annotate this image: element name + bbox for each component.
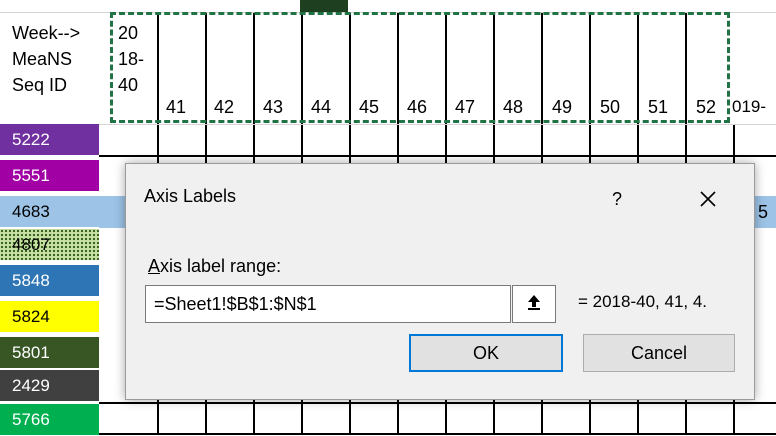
week-header-cell[interactable]: 42: [214, 94, 234, 120]
grid-line: [349, 12, 351, 124]
week-header-cell[interactable]: 48: [503, 94, 523, 120]
header-week-label: Week-->: [12, 23, 81, 43]
week-header-cell[interactable]: 44: [311, 94, 331, 120]
axis-label-range-label: Axis label range:: [148, 256, 281, 277]
range-preview-text: = 2018-40, 41, 4.: [578, 292, 708, 311]
grid-line: [685, 12, 687, 124]
grid-line: [205, 12, 207, 124]
axis-label-range-input[interactable]: [145, 285, 511, 323]
grid-line: [0, 12, 776, 13]
first-col-header-line2: 18-: [118, 49, 145, 69]
grid-line: [253, 12, 255, 124]
grid-line: [0, 124, 776, 125]
partial-cell-value: 5: [758, 202, 769, 222]
week-header-cell[interactable]: 50: [600, 94, 620, 120]
seq-id-cell[interactable]: 2429: [0, 370, 99, 402]
overflow-header-cell[interactable]: 019-: [732, 94, 766, 120]
first-col-header-line1: 20: [118, 23, 139, 43]
seq-id-cell[interactable]: 5848: [0, 265, 99, 297]
seq-id-cell[interactable]: 5222: [0, 124, 99, 156]
week-header-cell[interactable]: 52: [696, 94, 716, 120]
upload-arrow-icon: [526, 293, 542, 316]
week-header-cell[interactable]: 49: [552, 94, 572, 120]
cancel-button[interactable]: Cancel: [583, 334, 735, 372]
grid-line: [637, 12, 639, 124]
week-header-cell[interactable]: 43: [263, 94, 283, 120]
grid-line: [301, 12, 303, 124]
week-header-cell[interactable]: 51: [648, 94, 668, 120]
close-button[interactable]: [690, 184, 726, 214]
ok-button[interactable]: OK: [409, 334, 563, 372]
seq-id-cell[interactable]: 5551: [0, 160, 99, 192]
grid-line: [541, 12, 543, 124]
week-header-cell[interactable]: 47: [455, 94, 475, 120]
close-icon: [699, 190, 717, 207]
header-seqid-label: Seq ID: [12, 75, 68, 95]
column-header-highlight: [300, 0, 348, 12]
seq-id-cell[interactable]: 5824: [0, 301, 99, 333]
grid-line: [397, 12, 399, 124]
week-header-cell[interactable]: 45: [359, 94, 379, 120]
dialog-title: Axis Labels: [144, 186, 237, 206]
grid-line: [445, 12, 447, 124]
grid-line: [99, 402, 776, 404]
seq-id-cell[interactable]: 5766: [0, 404, 99, 436]
seq-id-cell[interactable]: 5801: [0, 337, 99, 369]
header-means-label: MeaNS: [12, 49, 73, 69]
week-header-cell[interactable]: 46: [407, 94, 427, 120]
grid-line: [99, 155, 776, 157]
collapse-dialog-button[interactable]: [512, 285, 556, 323]
grid-line: [493, 12, 495, 124]
seq-id-cell[interactable]: 4683: [0, 196, 99, 228]
first-col-header-line3: 40: [118, 75, 139, 95]
field-label-text: xis label range:: [160, 256, 282, 276]
access-key-letter: A: [148, 256, 161, 276]
seq-id-cell[interactable]: 4807: [0, 229, 99, 261]
grid-line: [589, 12, 591, 124]
grid-line: [157, 12, 159, 124]
week-header-cell[interactable]: 41: [166, 94, 186, 120]
help-button[interactable]: ?: [602, 186, 632, 212]
